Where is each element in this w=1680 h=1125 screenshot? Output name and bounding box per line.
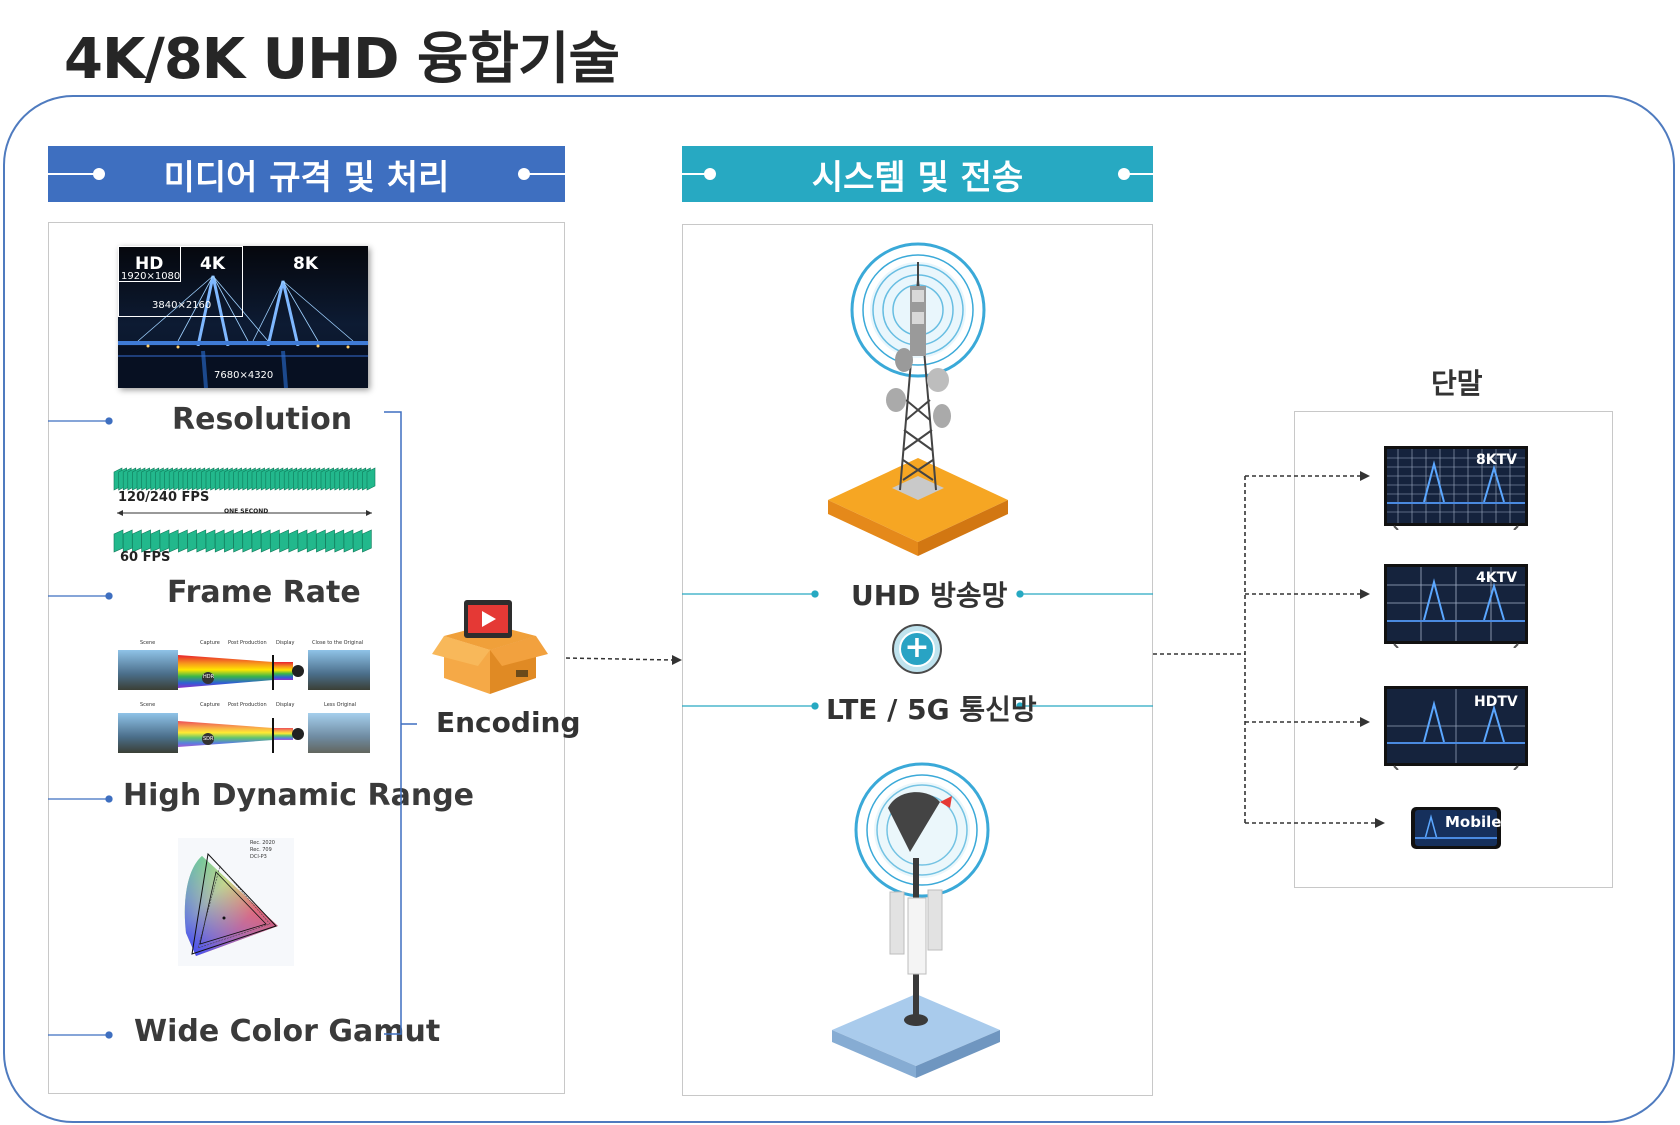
media-header: 미디어 규격 및 처리 — [48, 146, 565, 202]
one-second-label: ONE SECOND — [224, 508, 269, 515]
resolution-image: HD 1920×1080 4K 3840×2160 8K 7680×4320 — [118, 246, 368, 389]
frame-sliver — [214, 529, 225, 553]
page-title: 4K/8K UHD 융합기술 — [64, 27, 620, 92]
hd-size: 1920×1080 — [121, 271, 181, 282]
frame-sliver — [141, 529, 151, 553]
header-dot-left — [704, 168, 716, 180]
frame-sliver — [122, 529, 133, 553]
frame-sliver — [366, 467, 376, 491]
frame-sliver — [251, 529, 262, 553]
hdr-row1-scene: Scene — [140, 640, 156, 646]
hdr-row2-less: Less Original — [324, 702, 357, 708]
frame-sliver — [352, 529, 363, 553]
hdr-illustration: Scene Capture Post Production Display Cl… — [118, 640, 370, 756]
wcg-legend-rec2020: Rec. 2020 — [250, 840, 275, 846]
frame-sliver — [242, 529, 253, 553]
hdr-row1-close: Close to the Original — [312, 640, 364, 646]
hdr-row2-capture: Capture — [200, 702, 220, 708]
encoding-label: Encoding — [436, 706, 581, 739]
tv-hd: HDTV — [1384, 686, 1528, 771]
mobile-label: Mobile — [1445, 813, 1502, 831]
hdr-row1-display: Display — [276, 640, 295, 646]
mobile-device: Mobile — [1411, 807, 1501, 849]
system-header: 시스템 및 전송 — [682, 146, 1153, 202]
frame-sliver — [288, 529, 299, 553]
frame-sliver — [205, 529, 216, 553]
frame-sliver — [233, 529, 243, 553]
wcg-caption: Wide Color Gamut — [134, 1014, 441, 1049]
header-line-right — [1126, 173, 1153, 175]
broadcast-tower-icon — [828, 242, 1008, 556]
hdr-row2-post: Post Production — [228, 702, 267, 708]
header-line-left — [48, 173, 98, 175]
encoding-box-icon — [432, 600, 548, 694]
frame-sliver — [150, 529, 161, 553]
mobile-network-label: LTE / 5G 통신망 — [826, 693, 1037, 726]
frame-sliver — [187, 529, 197, 553]
frames-low-row — [113, 529, 372, 553]
frame-sliver — [132, 529, 142, 553]
frame-sliver — [297, 529, 308, 553]
system-header-label: 시스템 및 전송 — [811, 157, 1024, 198]
frame-sliver — [224, 529, 234, 553]
4k-size: 3840×2160 — [152, 300, 212, 311]
hdr-row1-graphic — [118, 650, 370, 690]
frame-sliver — [196, 529, 207, 553]
wcg-chromaticity-diagram — [178, 838, 294, 966]
tv-hd-label: HDTV — [1474, 694, 1518, 710]
sdr-tag: SDR — [203, 736, 214, 742]
hdr-row1-capture: Capture — [200, 640, 220, 646]
terminal-title: 단말 — [1431, 367, 1483, 400]
fps-low-label: 60 FPS — [120, 550, 171, 565]
tv-4k-label: 4KTV — [1476, 570, 1517, 586]
hdr-row2-display: Display — [276, 702, 295, 708]
tv-8k: 8KTV — [1384, 446, 1528, 531]
frame-sliver — [316, 529, 326, 553]
plus-icon: + — [899, 631, 935, 667]
frame-sliver — [178, 529, 188, 553]
hdr-row1-post: Post Production — [228, 640, 267, 646]
frame-sliver — [270, 529, 280, 553]
frame-rate-caption: Frame Rate — [167, 575, 361, 610]
broadcast-network-label: UHD 방송망 — [851, 579, 1008, 612]
frame-sliver — [343, 529, 354, 553]
8k-size: 7680×4320 — [214, 370, 274, 381]
frames-high-row — [113, 467, 376, 491]
frame-sliver — [325, 529, 335, 553]
mobile-antenna-icon — [832, 762, 1000, 1078]
frame-sliver — [159, 529, 170, 553]
resolution-caption: Resolution — [172, 402, 353, 437]
hdr-row2-graphic — [118, 713, 370, 753]
frame-sliver — [334, 529, 345, 553]
header-dot-left — [93, 168, 105, 180]
tv-4k: 4KTV — [1384, 564, 1528, 649]
frame-sliver — [113, 529, 124, 553]
hdr-row2-scene: Scene — [140, 702, 156, 708]
frame-sliver — [306, 529, 317, 553]
hdr-tag: HDR — [203, 674, 215, 680]
frame-sliver — [260, 529, 271, 553]
hdr-caption: High Dynamic Range — [123, 778, 475, 813]
frame-sliver — [168, 529, 179, 553]
wcg-legend-dcip3: DCI-P3 — [250, 854, 267, 860]
fps-high-label: 120/240 FPS — [118, 490, 210, 505]
header-line-right — [524, 173, 565, 175]
plus-circle: + — [892, 624, 942, 674]
frame-sliver — [362, 529, 372, 553]
4k-label: 4K — [200, 254, 226, 274]
8k-label: 8K — [293, 254, 319, 274]
frame-sliver — [279, 529, 289, 553]
tv-8k-label: 8KTV — [1476, 452, 1517, 468]
wcg-legend-rec709: Rec. 709 — [250, 847, 272, 853]
media-header-label: 미디어 규격 및 처리 — [163, 157, 450, 198]
